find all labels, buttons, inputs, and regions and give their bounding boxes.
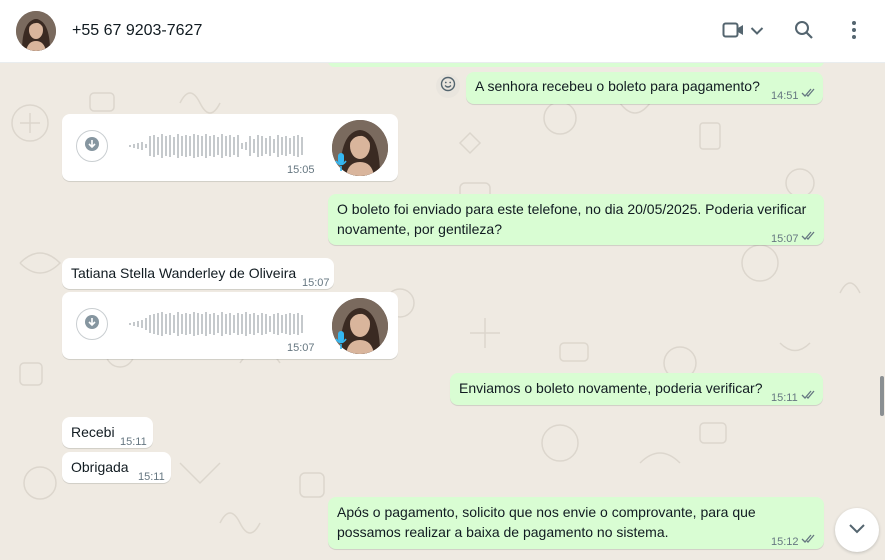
contact-name[interactable]: +55 67 9203-7627 — [72, 22, 202, 40]
download-icon — [84, 314, 100, 335]
message-bubble[interactable]: Enviamos o boleto novamente, poderia ver… — [450, 373, 823, 405]
audio-waveform — [129, 134, 303, 158]
message-bubble[interactable]: A senhora recebeu o boleto para pagament… — [466, 72, 823, 104]
scroll-to-bottom-button[interactable] — [835, 508, 879, 552]
message-bubble[interactable]: Obrigada 15:11 — [62, 452, 171, 483]
chevron-down-icon — [848, 521, 866, 539]
microphone-icon — [335, 153, 347, 171]
message-list[interactable]: A senhora recebeu o boleto para pagament… — [0, 63, 885, 560]
search-button[interactable] — [790, 18, 818, 46]
message-time: 15:07 — [302, 277, 330, 289]
read-ticks-icon — [801, 534, 815, 543]
message-time: 15:11 — [138, 471, 165, 483]
chevron-down-icon — [750, 23, 764, 41]
search-icon — [794, 20, 814, 45]
read-ticks-icon — [801, 88, 815, 97]
voice-message[interactable]: 15:07 — [62, 292, 398, 359]
message-time: 14:51 — [771, 90, 799, 102]
message-time: 15:07 — [771, 233, 799, 245]
download-icon — [84, 136, 100, 157]
message-bubble[interactable]: O boleto foi enviado para este telefone,… — [328, 194, 824, 245]
emoji-icon — [440, 76, 456, 97]
message-bubble[interactable]: Após o pagamento, solicito que nos envie… — [328, 497, 824, 549]
read-ticks-icon — [801, 231, 815, 240]
video-call-icon — [722, 21, 744, 44]
previous-message-edge — [328, 63, 824, 67]
video-call-button[interactable] — [719, 18, 767, 46]
message-text-line: possamos realizar a baixa de pagamento n… — [337, 524, 669, 540]
message-time: 15:07 — [287, 342, 315, 354]
react-button[interactable] — [436, 74, 460, 98]
download-audio-button[interactable] — [76, 308, 108, 340]
audio-waveform — [129, 312, 303, 336]
message-time: 15:05 — [287, 164, 315, 176]
contact-avatar[interactable] — [16, 11, 56, 51]
message-text: Obrigada — [71, 459, 129, 475]
scrollbar[interactable] — [880, 376, 884, 416]
menu-button[interactable] — [840, 18, 868, 46]
message-bubble[interactable]: Recebi 15:11 — [62, 417, 153, 448]
voice-message[interactable]: 15:05 — [62, 114, 398, 181]
message-text-line: novamente, por gentileza? — [337, 221, 502, 237]
microphone-icon — [335, 331, 347, 349]
chat-header: +55 67 9203-7627 — [0, 0, 885, 63]
message-text: A senhora recebeu o boleto para pagament… — [475, 78, 760, 94]
message-time: 15:11 — [771, 392, 798, 404]
message-text-line: Após o pagamento, solicito que nos envie… — [337, 504, 756, 520]
menu-icon — [851, 20, 857, 45]
message-text: Enviamos o boleto novamente, poderia ver… — [459, 380, 763, 396]
message-time: 15:11 — [120, 436, 147, 448]
message-text: Recebi — [71, 424, 115, 440]
message-bubble[interactable]: Tatiana Stella Wanderley de Oliveira 15:… — [62, 258, 334, 289]
read-ticks-icon — [801, 390, 815, 399]
download-audio-button[interactable] — [76, 130, 108, 162]
message-time: 15:12 — [771, 536, 799, 548]
message-text: Tatiana Stella Wanderley de Oliveira — [71, 265, 297, 281]
message-text-line: O boleto foi enviado para este telefone,… — [337, 201, 807, 217]
